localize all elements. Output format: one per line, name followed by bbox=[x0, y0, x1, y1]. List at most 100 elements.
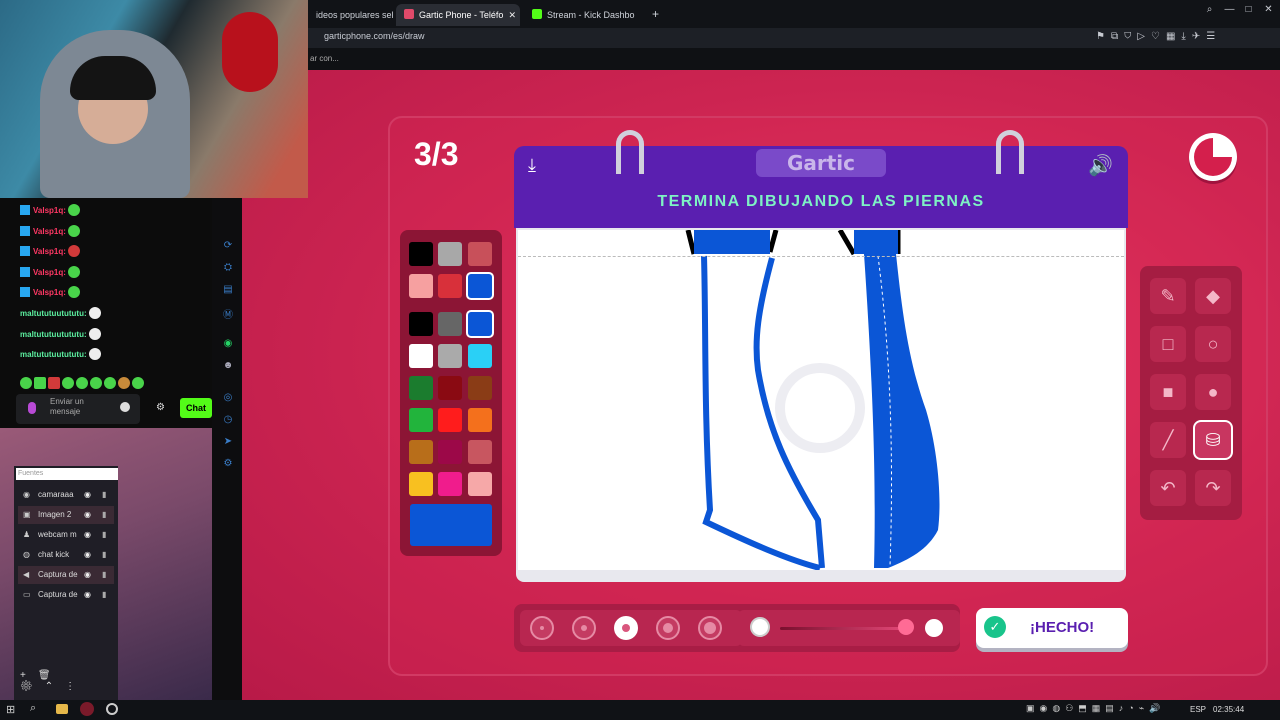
drawing-canvas[interactable] bbox=[518, 230, 1124, 570]
sources-search[interactable]: Fuentes bbox=[16, 468, 118, 480]
color-swatch[interactable] bbox=[438, 440, 462, 464]
undo-icon[interactable]: ↶ bbox=[1150, 470, 1186, 506]
color-swatch[interactable] bbox=[468, 376, 492, 400]
visibility-eye-icon[interactable]: ◉ bbox=[84, 546, 91, 564]
lock-icon[interactable]: ▮ bbox=[102, 586, 106, 604]
maximize-icon[interactable]: □ bbox=[1243, 4, 1254, 15]
source-actions[interactable]: +🗑⚙⌃⋮ bbox=[20, 670, 120, 692]
download-icon[interactable]: ⤓ bbox=[528, 155, 536, 176]
lock-icon[interactable]: ▮ bbox=[102, 486, 106, 504]
extension-icons[interactable]: ⚑⧉⛉▷♡▦⤓✈☰ bbox=[1096, 31, 1221, 42]
chat-send-button[interactable]: Chat bbox=[180, 398, 212, 418]
color-swatch[interactable] bbox=[438, 408, 462, 432]
search-icon[interactable]: ⌕ bbox=[1204, 4, 1215, 15]
color-swatch[interactable] bbox=[409, 472, 433, 496]
rectangle-outline-icon[interactable]: □ bbox=[1150, 326, 1186, 362]
settings-gear-icon[interactable]: ⚙ bbox=[156, 402, 165, 413]
color-swatch[interactable] bbox=[438, 242, 462, 266]
fill-bucket-icon[interactable]: ⛁ bbox=[1195, 422, 1231, 458]
visibility-eye-icon[interactable]: ◉ bbox=[84, 586, 91, 604]
chat-username[interactable]: maltututuutututu: bbox=[20, 309, 87, 318]
whatsapp-icon[interactable]: ◉ bbox=[222, 338, 234, 350]
color-swatch[interactable] bbox=[409, 274, 433, 298]
brush-size-option[interactable] bbox=[698, 616, 722, 640]
color-swatch[interactable] bbox=[409, 312, 433, 336]
brush-size-option[interactable] bbox=[614, 616, 638, 640]
close-window-icon[interactable]: ✕ bbox=[1263, 4, 1274, 15]
line-icon[interactable]: ╱ bbox=[1150, 422, 1186, 458]
url-field[interactable]: garticphone.com/es/draw bbox=[324, 31, 425, 41]
color-swatch[interactable] bbox=[409, 408, 433, 432]
opacity-slider[interactable] bbox=[780, 627, 905, 630]
rectangle-filled-icon[interactable]: ■ bbox=[1150, 374, 1186, 410]
browser-taskbar-icon[interactable] bbox=[80, 702, 94, 716]
pencil-icon[interactable]: ✎ bbox=[1150, 278, 1186, 314]
obs-taskbar-icon[interactable] bbox=[106, 703, 118, 715]
language-indicator[interactable]: ESP bbox=[1190, 705, 1206, 714]
clock-icon[interactable]: ◷ bbox=[222, 414, 234, 426]
lock-icon[interactable]: ▮ bbox=[102, 526, 106, 544]
color-swatch[interactable] bbox=[468, 408, 492, 432]
color-swatch[interactable] bbox=[438, 472, 462, 496]
file-explorer-icon[interactable] bbox=[56, 704, 68, 714]
emote-bar[interactable] bbox=[18, 373, 210, 389]
mod-icon[interactable]: Ⓜ bbox=[222, 306, 234, 321]
color-swatch[interactable] bbox=[468, 344, 492, 368]
obs-source-item[interactable]: ▣ Imagen 2 ◉ ▮ bbox=[18, 506, 114, 524]
send-icon[interactable]: ➤ bbox=[222, 436, 234, 448]
obs-source-item[interactable]: ♟ webcam m ◉ ▮ bbox=[18, 526, 114, 544]
color-swatch[interactable] bbox=[468, 440, 492, 464]
brush-size-option[interactable] bbox=[572, 616, 596, 640]
search-taskbar-icon[interactable]: ⌕ bbox=[30, 702, 36, 715]
chat-username[interactable]: Valsp1q: bbox=[33, 206, 66, 215]
circle-filled-icon[interactable]: ● bbox=[1195, 374, 1231, 410]
color-swatch[interactable] bbox=[438, 312, 462, 336]
mic-icon[interactable] bbox=[28, 402, 36, 414]
visibility-eye-icon[interactable]: ◉ bbox=[84, 506, 91, 524]
lock-icon[interactable]: ▮ bbox=[102, 566, 106, 584]
settings-icon[interactable]: ⚙ bbox=[222, 458, 234, 470]
emoji-icon[interactable] bbox=[120, 402, 130, 412]
discord-icon[interactable]: ☻ bbox=[222, 360, 234, 372]
chat-username[interactable]: Valsp1q: bbox=[33, 288, 66, 297]
color-swatch[interactable] bbox=[438, 344, 462, 368]
color-swatch[interactable] bbox=[438, 376, 462, 400]
color-swatch[interactable] bbox=[438, 274, 462, 298]
tab-kick-dashboard[interactable]: Stream - Kick Dashbo bbox=[524, 4, 650, 26]
chat-username[interactable]: Valsp1q: bbox=[33, 227, 66, 236]
chat-icon[interactable]: ▤ bbox=[222, 284, 234, 296]
circle-outline-icon[interactable]: ○ bbox=[1195, 326, 1231, 362]
clock[interactable]: 02:35:44 bbox=[1213, 705, 1244, 714]
chat-input[interactable]: Enviar un mensaje bbox=[16, 394, 140, 424]
obs-source-item[interactable]: ◍ chat kick ◉ ▮ bbox=[18, 546, 114, 564]
brush-size-option[interactable] bbox=[656, 616, 680, 640]
tray-icons[interactable]: ▣◉◍⚇⬒▦▤♪◔⌁🔊 bbox=[1026, 703, 1165, 714]
chat-username[interactable]: maltututuutututu: bbox=[20, 350, 87, 359]
brush-size-option[interactable] bbox=[530, 616, 554, 640]
tab-gartic-phone[interactable]: Gartic Phone - Teléfo ✕ bbox=[396, 4, 520, 26]
obs-source-item[interactable]: ◀ Captura de ◉ ▮ bbox=[18, 566, 114, 584]
color-swatch[interactable] bbox=[409, 376, 433, 400]
color-swatch[interactable] bbox=[468, 274, 492, 298]
volume-icon[interactable]: 🔊 bbox=[1088, 153, 1113, 178]
visibility-eye-icon[interactable]: ◉ bbox=[84, 486, 91, 504]
lock-icon[interactable]: ▮ bbox=[102, 546, 106, 564]
lock-icon[interactable]: ⛭ bbox=[222, 262, 234, 274]
obs-source-item[interactable]: ◉ camaraaa ◉ ▮ bbox=[18, 486, 114, 504]
eraser-icon[interactable]: ◆ bbox=[1195, 278, 1231, 314]
visibility-eye-icon[interactable]: ◉ bbox=[84, 526, 91, 544]
redo-icon[interactable]: ↷ bbox=[1195, 470, 1231, 506]
opacity-slider-handle[interactable] bbox=[898, 619, 914, 635]
visibility-eye-icon[interactable]: ◉ bbox=[84, 566, 91, 584]
color-swatch[interactable] bbox=[468, 312, 492, 336]
windows-start-icon[interactable]: ⊞ bbox=[6, 703, 15, 716]
tab-popular-videos[interactable]: ideos populares sel bbox=[308, 4, 394, 26]
obs-source-item[interactable]: ▭ Captura de ◉ ▮ bbox=[18, 586, 114, 604]
chat-username[interactable]: maltututuutututu: bbox=[20, 330, 87, 339]
chat-username[interactable]: Valsp1q: bbox=[33, 247, 66, 256]
spotify-icon[interactable]: ◎ bbox=[222, 392, 234, 404]
new-tab-button[interactable]: + bbox=[652, 7, 659, 21]
color-swatch[interactable] bbox=[409, 344, 433, 368]
chat-username[interactable]: Valsp1q: bbox=[33, 268, 66, 277]
color-swatch[interactable] bbox=[409, 242, 433, 266]
